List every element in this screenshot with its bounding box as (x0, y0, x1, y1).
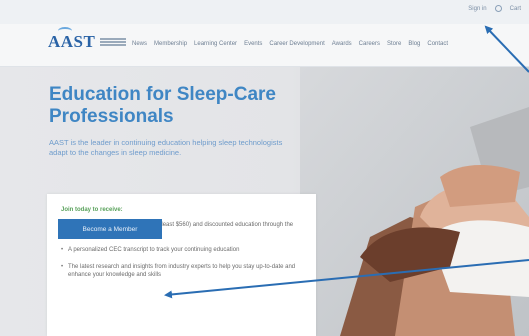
nav-item-blog[interactable]: Blog (408, 41, 420, 47)
cart-link[interactable]: Cart (510, 6, 521, 12)
stacked-hands-photo (300, 67, 529, 336)
list-item: A personalized CEC transcript to track y… (61, 246, 301, 254)
nav-item-news[interactable]: News (132, 41, 147, 47)
nav-item-contact[interactable]: Contact (427, 41, 448, 47)
card-title: Join today to receive: (61, 207, 123, 213)
site-header: AAST News Membership Learning Center Eve… (0, 24, 529, 67)
hero-headline: Education for Sleep-Care Professionals (49, 84, 276, 127)
utility-links: Sign in Cart (468, 5, 521, 12)
page: Sign in Cart AAST News Membership Learni… (0, 0, 529, 336)
membership-card: Join today to receive: Access to free CE… (47, 194, 316, 336)
logo-swoosh-icon (58, 27, 72, 35)
nav-item-awards[interactable]: Awards (332, 41, 352, 47)
hero-subtext: AAST is the leader in continuing educati… (49, 138, 283, 157)
nav-item-store[interactable]: Store (387, 41, 401, 47)
aast-logo[interactable]: AAST (48, 27, 127, 52)
list-item: The latest research and insights from in… (61, 263, 301, 279)
nav-item-career-development[interactable]: Career Development (269, 41, 324, 47)
main-nav: News Membership Learning Center Events C… (132, 41, 448, 47)
search-icon[interactable] (494, 5, 502, 12)
hero-section: Education for Sleep-Care Professionals A… (0, 67, 529, 336)
nav-item-events[interactable]: Events (244, 41, 262, 47)
logo-tagline (100, 38, 127, 46)
nav-item-learning-center[interactable]: Learning Center (194, 41, 237, 47)
nav-item-membership[interactable]: Membership (154, 41, 187, 47)
logo-text: AAST (48, 32, 96, 51)
utility-bar: Sign in Cart (0, 0, 529, 24)
nav-item-careers[interactable]: Careers (359, 41, 380, 47)
sign-in-link[interactable]: Sign in (468, 6, 486, 12)
become-member-button[interactable]: Become a Member (58, 219, 162, 239)
